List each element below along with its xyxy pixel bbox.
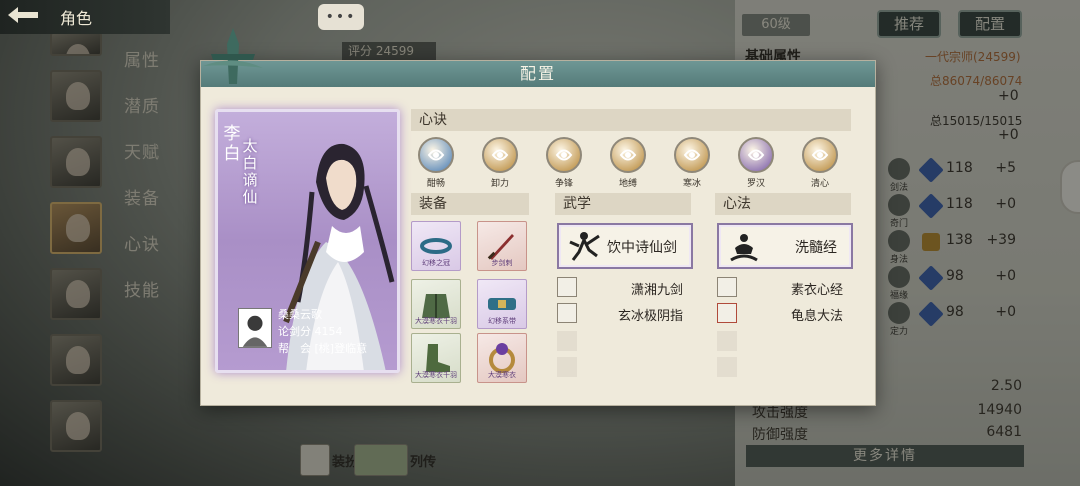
page-title: 角色 bbox=[60, 9, 93, 28]
xinjue-item[interactable]: 卸力 bbox=[475, 137, 525, 189]
player-name: 桑桑云歌 bbox=[278, 308, 322, 321]
player-avatar[interactable] bbox=[238, 308, 272, 348]
empty-skill-slot[interactable] bbox=[557, 331, 577, 351]
equipment-label: 幻移之冠 bbox=[422, 259, 450, 267]
xinjue-item[interactable]: 地缚 bbox=[603, 137, 653, 189]
xinjue-emblem-icon bbox=[802, 137, 838, 173]
equipment-header: 装备 bbox=[411, 193, 529, 215]
xinfa-main-name: 洗髓经 bbox=[795, 240, 837, 256]
equipment-label: 大漠寒衣千羽 bbox=[415, 371, 457, 379]
equipment-label: 大漠寒衣 bbox=[488, 371, 516, 379]
xinjue-emblem-icon bbox=[738, 137, 774, 173]
equipment-slot[interactable]: 大漠寒衣千羽 bbox=[411, 333, 461, 383]
skill-icon bbox=[557, 277, 577, 297]
meditating-monk-icon bbox=[730, 234, 758, 262]
equipment-slot[interactable]: 步剑刺 bbox=[477, 221, 527, 271]
xinjue-label: 罗汉 bbox=[746, 179, 765, 189]
equipment-slot[interactable]: 大漠寒衣千羽 bbox=[411, 279, 461, 329]
xinjue-item[interactable]: 罗汉 bbox=[731, 137, 781, 189]
skill-name: 素衣心经 bbox=[790, 283, 843, 298]
xinjue-emblem-icon bbox=[418, 137, 454, 173]
skill-name: 龟息大法 bbox=[790, 309, 843, 324]
empty-skill-slot[interactable] bbox=[717, 357, 737, 377]
wuxue-main-name: 饮中诗仙剑 bbox=[607, 240, 677, 256]
player-guild: 帮 会 [桃]登临意 bbox=[278, 342, 368, 355]
xinjue-label: 酣畅 bbox=[426, 179, 445, 189]
xinjue-item[interactable]: 争锋 bbox=[539, 137, 589, 189]
equipment-label: 步剑刺 bbox=[491, 259, 513, 267]
sword-fighter-icon bbox=[569, 232, 600, 261]
empty-skill-slot[interactable] bbox=[717, 331, 737, 351]
wuxue-sub-skill[interactable]: 潇湘九剑 bbox=[557, 277, 693, 299]
equipment-slot[interactable]: 幻移之冠 bbox=[411, 221, 461, 271]
character-name: 李白 bbox=[223, 124, 241, 164]
empty-skill-slot[interactable] bbox=[557, 357, 577, 377]
player-score: 论剑分 4154 bbox=[278, 325, 343, 338]
xinjue-label: 地缚 bbox=[618, 179, 637, 189]
wuxue-header: 武学 bbox=[555, 193, 691, 215]
skill-icon bbox=[557, 303, 577, 323]
skill-name: 潇湘九剑 bbox=[630, 283, 683, 298]
equipment-slot[interactable]: 大漠寒衣 bbox=[477, 333, 527, 383]
equipment-slot[interactable]: 幻移系带 bbox=[477, 279, 527, 329]
xinjue-label: 寒冰 bbox=[682, 179, 701, 189]
xinfa-main-skill[interactable]: 洗髓经 bbox=[717, 223, 853, 269]
xinfa-sub-skill[interactable]: 素衣心经 bbox=[717, 277, 853, 299]
wuxue-main-skill[interactable]: 饮中诗仙剑 bbox=[557, 223, 693, 269]
xinjue-emblem-icon bbox=[546, 137, 582, 173]
xinjue-item[interactable]: 清心 bbox=[795, 137, 845, 189]
equipment-label: 大漠寒衣千羽 bbox=[415, 317, 457, 325]
player-info: 桑桑云歌 论剑分 4154 帮 会 [桃]登临意 bbox=[238, 304, 397, 362]
xinjue-label: 卸力 bbox=[490, 179, 509, 189]
xinjue-label: 清心 bbox=[810, 179, 829, 189]
skill-icon bbox=[717, 303, 737, 323]
xinjue-emblem-icon bbox=[482, 137, 518, 173]
xinjue-header: 心诀 bbox=[411, 109, 851, 131]
back-arrow-icon bbox=[6, 4, 40, 30]
character-title: 太白谪仙 bbox=[242, 137, 258, 206]
equipment-label: 幻移系带 bbox=[488, 317, 516, 325]
character-card: 李白 太白谪仙 桑桑云歌 论剑分 4154 帮 会 [桃]登临意 bbox=[215, 109, 400, 373]
xinjue-label: 争锋 bbox=[554, 179, 573, 189]
back-button[interactable] bbox=[0, 0, 46, 34]
xinjue-item[interactable]: 寒冰 bbox=[667, 137, 717, 189]
skill-name: 玄冰极阴指 bbox=[617, 309, 683, 324]
top-nav-bar: 角色 bbox=[0, 0, 170, 34]
xinjue-emblem-icon bbox=[610, 137, 646, 173]
xinjue-item[interactable]: 酣畅 bbox=[411, 137, 461, 189]
config-modal: 配置 李白 太白谪仙 桑桑云歌 论剑分 4154 帮 会 [桃]登临意 心诀 装… bbox=[200, 60, 876, 406]
skill-icon bbox=[717, 277, 737, 297]
xinfa-sub-skill[interactable]: 龟息大法 bbox=[717, 303, 853, 325]
xinjue-emblem-icon bbox=[674, 137, 710, 173]
chat-button[interactable]: ••• bbox=[318, 4, 364, 30]
wuxue-sub-skill[interactable]: 玄冰极阴指 bbox=[557, 303, 693, 325]
modal-title: 配置 bbox=[519, 64, 556, 83]
xinfa-header: 心法 bbox=[715, 193, 851, 215]
